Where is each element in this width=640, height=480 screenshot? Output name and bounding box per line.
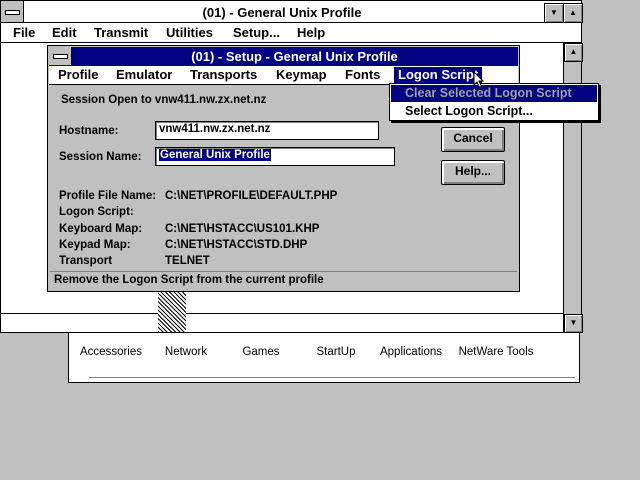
hostname-label: Hostname: [59, 125, 119, 137]
session-open-text: Session Open to vnw411.nw.zx.net.nz [61, 94, 267, 106]
session-name-label: Session Name: [59, 151, 142, 163]
logon-script-dropdown: Clear Selected Logon Script Select Logon… [389, 83, 599, 121]
help-button[interactable]: Help... [441, 160, 505, 185]
transport-value: TELNET [165, 255, 210, 267]
scroll-down-icon[interactable]: ▼ [564, 314, 583, 333]
dialog-title-bar[interactable]: (01) - Setup - General Unix Profile [49, 47, 518, 66]
scroll-up-icon[interactable]: ▲ [564, 43, 583, 62]
dialog-menu-logon-script[interactable]: Logon Script [394, 67, 483, 84]
dialog-menu-fonts[interactable]: Fonts [345, 67, 380, 82]
menu-edit[interactable]: Edit [52, 25, 77, 40]
main-window-title: (01) - General Unix Profile [202, 5, 362, 20]
dialog-menu-transports[interactable]: Transports [190, 67, 257, 82]
keyboard-map-value: C:\NET\HSTACC\US101.KHP [165, 223, 320, 235]
menu-file[interactable]: File [13, 25, 35, 40]
dialog-menu-emulator[interactable]: Emulator [116, 67, 172, 82]
minimize-icon[interactable]: ▼ [544, 3, 564, 23]
profile-file-label: Profile File Name: [59, 190, 157, 202]
menu-transmit[interactable]: Transmit [94, 25, 148, 40]
cancel-button[interactable]: Cancel [441, 127, 505, 152]
status-bar: Remove the Logon Script from the current… [50, 271, 517, 289]
select-logon-script-item[interactable]: Select Logon Script... [391, 103, 597, 120]
keyboard-map-label: Keyboard Map: [59, 223, 143, 235]
dialog-menu-profile[interactable]: Profile [58, 67, 98, 82]
main-title-bar[interactable]: (01) - General Unix Profile ▼ ▲ [1, 1, 583, 23]
maximize-icon[interactable]: ▲ [563, 3, 583, 23]
menu-help[interactable]: Help [297, 25, 325, 40]
dither-pattern [158, 292, 186, 332]
logon-script-label: Logon Script: [59, 206, 134, 218]
mouse-pointer-icon [473, 71, 485, 89]
status-text: Remove the Logon Script from the current… [54, 274, 324, 286]
group-window-bottom-border [89, 377, 575, 382]
dialog-system-menu-icon[interactable] [49, 47, 72, 65]
keypad-map-label: Keypad Map: [59, 239, 131, 251]
keypad-map-value: C:\NET\HSTACC\STD.DHP [165, 239, 308, 251]
main-window-bottom [1, 313, 563, 332]
clear-logon-script-item[interactable]: Clear Selected Logon Script [391, 85, 597, 102]
profile-file-value: C:\NET\PROFILE\DEFAULT.PHP [165, 190, 338, 202]
system-menu-icon[interactable] [1, 1, 24, 22]
menu-setup[interactable]: Setup... [233, 25, 280, 40]
dialog-title: (01) - Setup - General Unix Profile [191, 49, 398, 64]
program-group-window: Accessories Network Games StartUp Applic… [68, 325, 580, 383]
transport-label: Transport [59, 255, 113, 267]
menu-utilities[interactable]: Utilities [166, 25, 213, 40]
group-label-netware-tools[interactable]: NetWare Tools [441, 346, 551, 358]
hostname-input[interactable]: vnw411.nw.zx.net.nz [155, 121, 379, 140]
main-menu-bar: File Edit Transmit Utilities Setup... He… [1, 23, 581, 43]
session-name-input[interactable]: General Unix Profile [155, 147, 395, 166]
dialog-menu-keymap[interactable]: Keymap [276, 67, 327, 82]
